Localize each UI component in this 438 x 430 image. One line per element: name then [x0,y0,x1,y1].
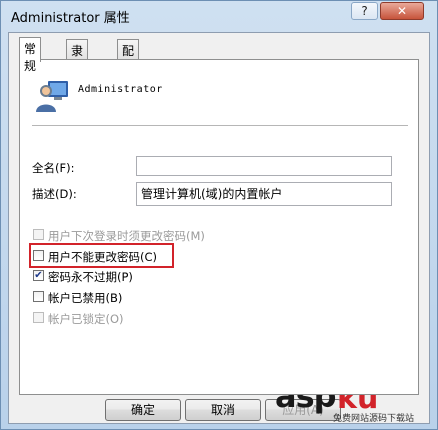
tab-profile[interactable]: 配置文件 [117,39,140,109]
full-name-label: 全名(F): [32,161,75,175]
checkbox-box[interactable] [33,229,44,240]
user-icon [36,81,68,112]
checkbox-label: 帐户已锁定(O) [48,312,124,326]
checkbox-box[interactable] [33,250,44,261]
window-title: Administrator 属性 [11,11,130,26]
general-panel: Administrator 全名(F): 描述(D): 管理计算机(域)的内置帐… [19,59,419,395]
full-name-field[interactable] [136,156,392,176]
tab-general[interactable]: 常规 [19,37,42,73]
username-label: Administrator [78,84,163,95]
checkbox-label: 帐户已禁用(B) [48,291,123,305]
tab-member-of[interactable]: 隶属于 [66,39,89,92]
close-button[interactable]: ✕ [380,2,424,20]
description-label: 描述(D): [32,187,77,201]
checkbox-box[interactable] [33,291,44,302]
checkbox-box[interactable] [33,312,44,323]
check-icon[interactable]: ✔ [33,270,44,281]
separator [32,125,408,127]
checkbox-label: 用户不能更改密码(C) [48,250,158,264]
properties-dialog: Administrator 属性 ? ✕ 常规 隶属于 配置文件 Adminis… [0,0,438,430]
dialog-body: 常规 隶属于 配置文件 Administrator 全名(F): 描述(D): … [8,32,430,424]
checkbox-label: 密码永不过期(P) [48,270,133,284]
description-field[interactable]: 管理计算机(域)的内置帐户 [136,182,392,206]
help-button[interactable]: ? [351,2,378,20]
watermark-site: 免费网站源码下载站 [333,414,415,424]
ok-button[interactable]: 确定 [105,399,181,421]
cancel-button[interactable]: 取消 [185,399,261,421]
checkbox-label: 用户下次登录时须更改密码(M) [48,229,205,243]
title-bar[interactable]: Administrator 属性 ? ✕ [1,1,437,31]
